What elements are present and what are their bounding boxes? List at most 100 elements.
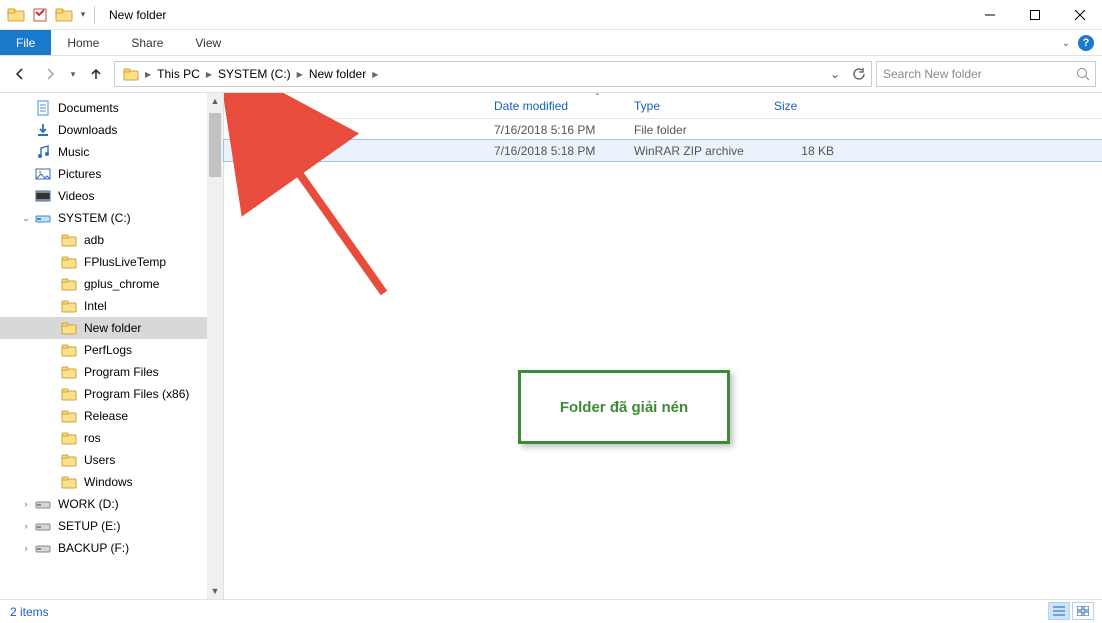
qat-folder-icon-2 xyxy=(52,3,76,27)
breadcrumb-root-icon[interactable] xyxy=(119,66,143,82)
tree-item-label: ros xyxy=(84,431,101,445)
tree-item[interactable]: ⌄ SYSTEM (C:) xyxy=(0,207,223,229)
tree-item[interactable]: Windows xyxy=(0,471,223,493)
music-icon xyxy=(34,143,52,161)
folder-icon xyxy=(60,429,78,447)
breadcrumb-folder[interactable]: New folder xyxy=(305,67,370,81)
tree-item-label: Pictures xyxy=(58,167,101,181)
tree-caret-icon[interactable]: › xyxy=(20,521,32,531)
qat-properties-icon[interactable] xyxy=(28,3,52,27)
folder-icon xyxy=(60,231,78,249)
tree-item-label: WORK (D:) xyxy=(58,497,119,511)
tree-item[interactable]: gplus_chrome xyxy=(0,273,223,295)
file-size: 18 KB xyxy=(764,144,844,158)
column-size[interactable]: Size xyxy=(764,93,844,118)
folder-icon xyxy=(60,253,78,271)
tab-share[interactable]: Share xyxy=(115,30,179,55)
column-type[interactable]: Type xyxy=(624,93,764,118)
tree-item[interactable]: Downloads xyxy=(0,119,223,141)
view-details-button[interactable] xyxy=(1048,602,1070,620)
folder-icon xyxy=(60,319,78,337)
tree-item[interactable]: ›SETUP (E:) xyxy=(0,515,223,537)
folder-icon xyxy=(60,275,78,293)
address-bar[interactable]: ▶ This PC ▶ SYSTEM (C:) ▶ New folder ▶ ⌄ xyxy=(114,61,872,87)
tree-item[interactable]: Intel xyxy=(0,295,223,317)
tree-item[interactable]: Users xyxy=(0,449,223,471)
tree-item[interactable]: Music xyxy=(0,141,223,163)
back-button[interactable] xyxy=(6,60,34,88)
sort-indicator-icon: ⌃ xyxy=(594,92,601,101)
tab-home[interactable]: Home xyxy=(51,30,115,55)
videos-icon xyxy=(34,187,52,205)
recent-dropdown[interactable]: ▾ xyxy=(66,60,80,88)
file-row[interactable]: getcookie7/16/2018 5:18 PMWinRAR ZIP arc… xyxy=(224,140,1102,161)
crumb-sep-icon[interactable]: ▶ xyxy=(143,70,153,79)
tree-caret-icon[interactable]: › xyxy=(20,499,32,509)
tree-item[interactable]: › WORK (D:) xyxy=(0,493,223,515)
tree-item[interactable]: › BACKUP (F:) xyxy=(0,537,223,559)
drive-icon xyxy=(34,539,52,557)
tree-item[interactable]: ros xyxy=(0,427,223,449)
forward-button[interactable] xyxy=(36,60,64,88)
scroll-down-icon[interactable]: ▼ xyxy=(207,583,223,599)
column-name[interactable]: Name xyxy=(224,93,484,118)
tree-item[interactable]: New folder xyxy=(0,317,223,339)
tree-item[interactable]: Program Files xyxy=(0,361,223,383)
scroll-thumb[interactable] xyxy=(209,113,221,177)
folder-icon xyxy=(60,297,78,315)
tree-item[interactable]: Pictures xyxy=(0,163,223,185)
tree-item-label: SYSTEM (C:) xyxy=(58,211,131,225)
breadcrumb-drive[interactable]: SYSTEM (C:) xyxy=(214,67,295,81)
tree-item-label: FPlusLiveTemp xyxy=(84,255,166,269)
crumb-sep-icon[interactable]: ▶ xyxy=(370,70,380,79)
tree-item[interactable]: FPlusLiveTemp xyxy=(0,251,223,273)
up-button[interactable] xyxy=(82,60,110,88)
navigation-tree[interactable]: Documents Downloads Music Pictures Videos ⌄ SY… xyxy=(0,93,224,599)
tree-item[interactable]: Release xyxy=(0,405,223,427)
maximize-button[interactable] xyxy=(1012,0,1057,30)
annotation-box: Folder đã giải nén xyxy=(518,370,730,444)
minimize-button[interactable] xyxy=(967,0,1012,30)
tree-scrollbar[interactable]: ▲ ▼ xyxy=(207,93,223,599)
pictures-icon xyxy=(34,165,52,183)
tree-item[interactable]: Documents xyxy=(0,97,223,119)
tree-item-label: Music xyxy=(58,145,89,159)
address-dropdown-icon[interactable]: ⌄ xyxy=(823,62,847,86)
folder-icon xyxy=(60,341,78,359)
tree-item[interactable]: adb xyxy=(0,229,223,251)
qat-dropdown-icon[interactable]: ▾ xyxy=(76,3,90,27)
close-button[interactable] xyxy=(1057,0,1102,30)
drive-icon xyxy=(34,495,52,513)
search-box[interactable] xyxy=(876,61,1096,87)
tree-item-label: Downloads xyxy=(58,123,117,137)
tree-item-label: Documents xyxy=(58,101,119,115)
refresh-icon[interactable] xyxy=(847,62,871,86)
status-text: 2 items xyxy=(10,605,49,619)
scroll-up-icon[interactable]: ▲ xyxy=(207,93,223,109)
tree-item-label: BACKUP (F:) xyxy=(58,541,129,555)
ribbon-tabs: File Home Share View ⌄ ? xyxy=(0,30,1102,56)
tree-item[interactable]: Program Files (x86) xyxy=(0,383,223,405)
search-input[interactable] xyxy=(883,67,1070,81)
qat-folder-icon xyxy=(4,3,28,27)
view-thumbnails-button[interactable] xyxy=(1072,602,1094,620)
crumb-sep-icon[interactable]: ▶ xyxy=(204,70,214,79)
tab-view[interactable]: View xyxy=(179,30,237,55)
breadcrumb-thispc[interactable]: This PC xyxy=(153,67,204,81)
help-icon[interactable]: ? xyxy=(1078,35,1094,51)
tree-item[interactable]: Videos xyxy=(0,185,223,207)
file-row[interactable]: ahachatplus7/16/2018 5:16 PMFile folder xyxy=(224,119,1102,140)
column-date[interactable]: Date modified xyxy=(484,93,624,118)
tree-caret-icon[interactable]: › xyxy=(20,543,32,553)
window-title: New folder xyxy=(109,8,166,22)
tree-caret-icon[interactable]: ⌄ xyxy=(20,213,32,224)
qat-separator xyxy=(94,6,95,24)
tab-file[interactable]: File xyxy=(0,30,51,55)
tree-item[interactable]: PerfLogs xyxy=(0,339,223,361)
tree-item-label: New folder xyxy=(84,321,141,335)
ribbon-expand-icon[interactable]: ⌄ xyxy=(1062,38,1070,49)
tree-item-label: adb xyxy=(84,233,104,247)
tree-item-label: Users xyxy=(84,453,115,467)
crumb-sep-icon[interactable]: ▶ xyxy=(295,70,305,79)
downloads-icon xyxy=(34,121,52,139)
